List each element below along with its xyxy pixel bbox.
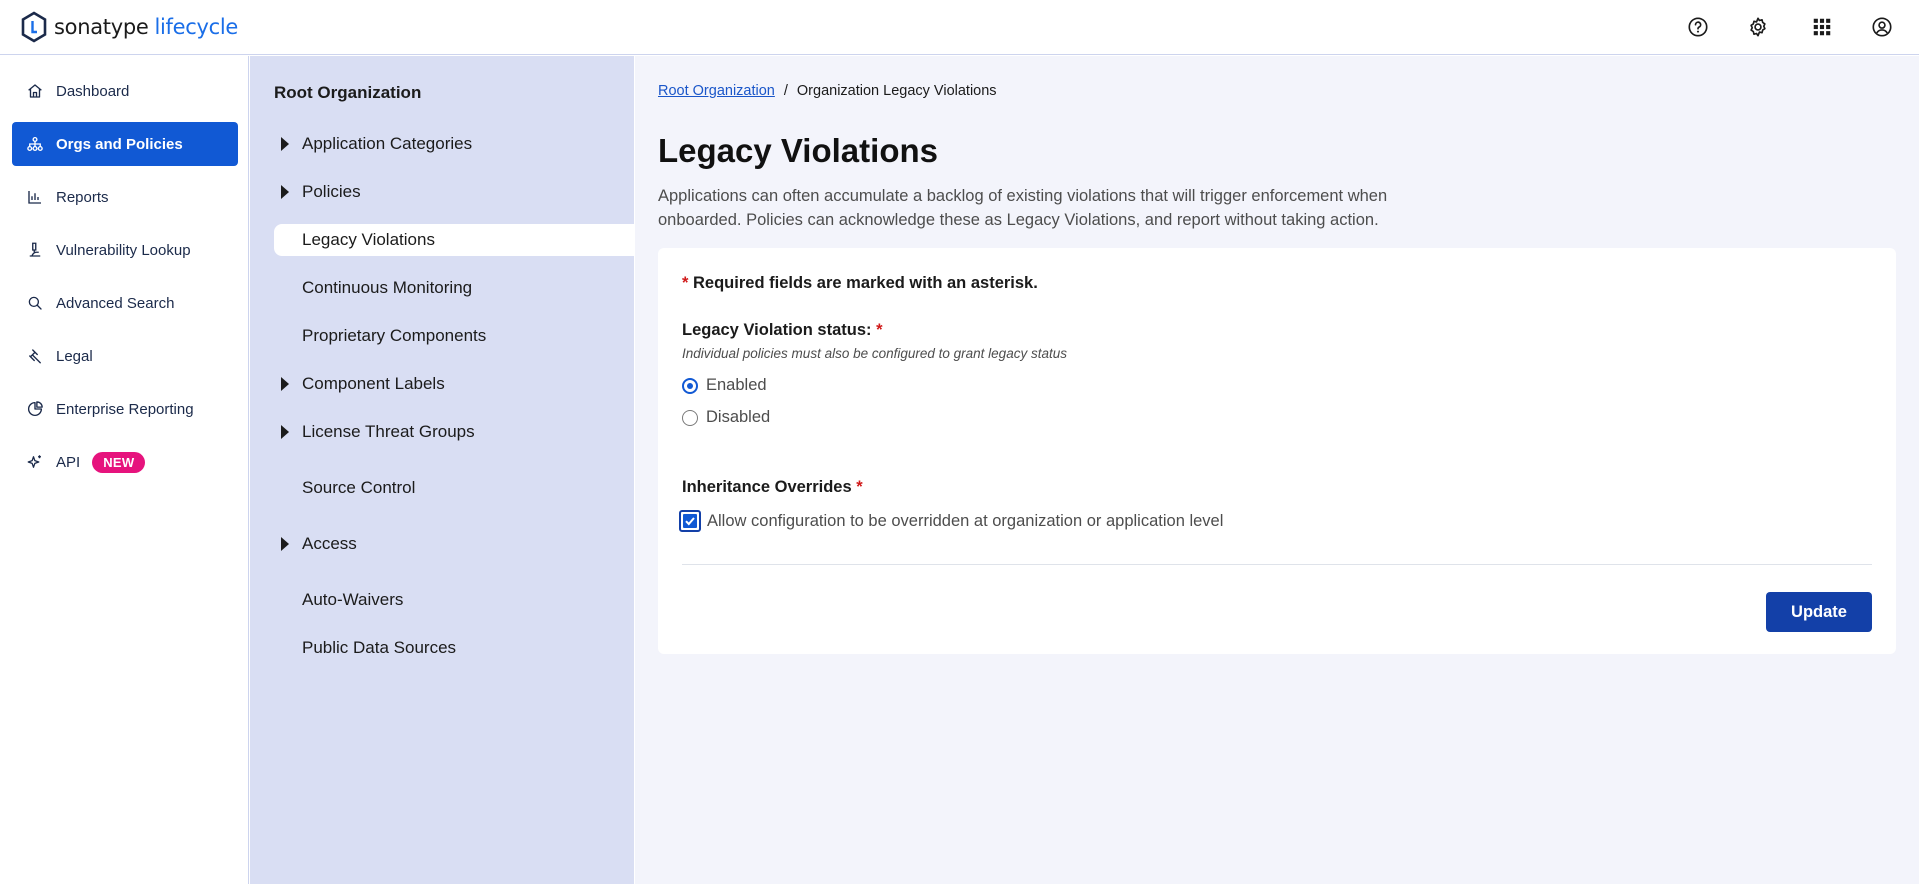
radio-disabled[interactable]: Disabled [682, 408, 770, 427]
chart-icon [28, 191, 41, 204]
subnav-item-source-control[interactable]: Source Control [274, 472, 634, 504]
nav-item-dashboard[interactable]: Dashboard [12, 69, 238, 113]
subnav-item-access[interactable]: Access [274, 528, 634, 560]
nav-item-advanced-search[interactable]: Advanced Search [12, 281, 238, 325]
caret-right-icon [281, 185, 289, 199]
checkmark-icon [685, 517, 695, 526]
nav-item-legal[interactable]: Legal [12, 334, 238, 378]
new-badge: NEW [92, 451, 146, 473]
sparkle-icon [27, 455, 41, 468]
subnav-item-proprietary-components[interactable]: Proprietary Components [274, 320, 634, 352]
nav-item-label: API [56, 453, 81, 471]
update-button[interactable]: Update [1766, 592, 1872, 632]
legacy-violations-form: * Required fields are marked with an ast… [658, 248, 1896, 654]
inheritance-checkbox-label: Allow configuration to be overridden at … [707, 511, 1224, 530]
home-icon [28, 84, 42, 98]
subnav-item-label: Continuous Monitoring [302, 278, 473, 297]
nav-item-label: Vulnerability Lookup [56, 241, 191, 259]
nav-item-label: Enterprise Reporting [56, 400, 194, 418]
subnav-item-label: Legacy Violations [302, 230, 435, 249]
subnav-item-legacy-violations[interactable]: Legacy Violations [274, 224, 634, 256]
caret-right-icon [281, 425, 289, 439]
inheritance-overrides-label: Inheritance Overrides * [682, 478, 863, 497]
subnav-item-component-labels[interactable]: Component Labels [274, 368, 634, 400]
nav-item-label: Advanced Search [56, 294, 175, 312]
inheritance-checkbox[interactable] [679, 510, 701, 532]
radio-button-selected[interactable] [682, 377, 698, 394]
nav-item-enterprise-reporting[interactable]: Enterprise Reporting [12, 387, 238, 431]
inheritance-label-text: Inheritance Overrides [682, 478, 852, 496]
top-header: sonatype lifecycle [0, 0, 1919, 55]
microscope-icon [29, 242, 41, 257]
subnav-item-license-threat-groups[interactable]: License Threat Groups [274, 416, 634, 448]
subnav-item-public-data-sources[interactable]: Public Data Sources [274, 632, 634, 664]
radio-button[interactable] [682, 409, 698, 426]
user-account-icon[interactable] [1869, 14, 1895, 40]
breadcrumb-separator: / [783, 83, 788, 99]
breadcrumb-root-link[interactable]: Root Organization [658, 83, 775, 99]
subnav-item-label: Component Labels [302, 374, 445, 393]
subnav-item-continuous-monitoring[interactable]: Continuous Monitoring [274, 272, 634, 304]
page-description: Applications can often accumulate a back… [658, 187, 1388, 229]
form-divider [682, 564, 1872, 565]
subnav-item-label: Public Data Sources [302, 638, 457, 657]
legacy-status-label-text: Legacy Violation status: [682, 321, 872, 339]
caret-right-icon [281, 377, 289, 391]
search-icon [28, 296, 42, 310]
legacy-status-label: Legacy Violation status: * [682, 321, 883, 340]
primary-sidebar: Dashboard Orgs and Policies Reports Vuln… [0, 56, 249, 884]
org-tree-icon [27, 136, 43, 152]
caret-right-icon [281, 137, 289, 151]
subnav-item-label: Policies [302, 182, 361, 201]
subnav-item-label: Access [302, 534, 357, 553]
required-asterisk: * [856, 478, 863, 496]
subnav-item-policies[interactable]: Policies [274, 176, 634, 208]
required-fields-note: * Required fields are marked with an ast… [682, 274, 1038, 293]
nav-item-label: Orgs and Policies [56, 135, 183, 153]
page-title: Legacy Violations [658, 132, 938, 169]
caret-right-icon [281, 537, 289, 551]
subnav-title: Root Organization [274, 83, 422, 102]
main-content: Root Organization / Organization Legacy … [635, 56, 1919, 884]
breadcrumb-current: Organization Legacy Violations [796, 83, 997, 99]
pie-chart-icon [27, 401, 43, 417]
required-asterisk: * [876, 321, 883, 339]
nav-item-label: Dashboard [56, 82, 130, 100]
subnav-item-label: Auto-Waivers [302, 590, 404, 609]
nav-item-reports[interactable]: Reports [12, 175, 238, 219]
help-icon[interactable] [1685, 14, 1711, 40]
gavel-icon [29, 349, 41, 364]
subnav-item-label: Proprietary Components [302, 326, 487, 345]
subnav-item-label: License Threat Groups [302, 422, 475, 441]
settings-icon[interactable] [1745, 14, 1771, 40]
required-asterisk: * [682, 274, 689, 292]
nav-item-label: Legal [56, 347, 93, 365]
sonatype-hex-icon [21, 11, 47, 43]
subnav-item-application-categories[interactable]: Application Categories [274, 128, 634, 160]
required-note-text: Required fields are marked with an aster… [693, 274, 1038, 292]
subnav-item-auto-waivers[interactable]: Auto-Waivers [274, 584, 634, 616]
apps-grid-icon[interactable] [1809, 14, 1835, 40]
radio-enabled[interactable]: Enabled [682, 376, 767, 395]
nav-item-label: Reports [56, 188, 109, 206]
radio-enabled-label: Enabled [706, 376, 767, 394]
sonatype-logo[interactable]: sonatype lifecycle [20, 11, 238, 43]
nav-item-api[interactable]: API NEW [12, 440, 238, 484]
product-name: lifecycle [154, 15, 239, 39]
inheritance-override-option[interactable]: Allow configuration to be overridden at … [679, 510, 1223, 532]
subnav-item-label: Source Control [302, 478, 416, 497]
subnav-item-label: Application Categories [302, 134, 473, 153]
brand-name: sonatype [54, 15, 149, 39]
breadcrumb: Root Organization / Organization Legacy … [658, 83, 997, 99]
nav-item-orgs-and-policies[interactable]: Orgs and Policies [12, 122, 238, 166]
legacy-status-hint: Individual policies must also be configu… [682, 346, 1067, 361]
nav-item-vulnerability-lookup[interactable]: Vulnerability Lookup [12, 228, 238, 272]
org-settings-sidebar: Root Organization Application Categories… [250, 56, 634, 884]
radio-disabled-label: Disabled [706, 408, 771, 426]
